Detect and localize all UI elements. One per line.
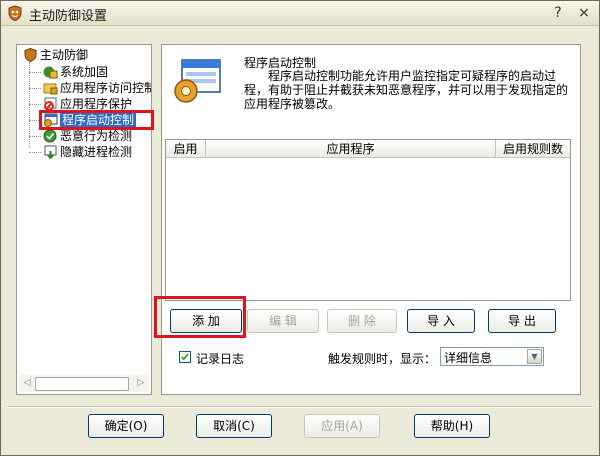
tree-branch bbox=[29, 152, 41, 153]
display-mode-value: 详细信息 bbox=[444, 351, 493, 365]
category-tree[interactable]: 主动防御 系统加固 应用程序访问控制 应用程序保护 程序启动控制 恶意行为检测 … bbox=[16, 44, 152, 395]
rules-table[interactable]: 启用 应用程序 启用规则数 bbox=[165, 139, 571, 301]
app-shield-icon bbox=[8, 5, 22, 21]
scroll-left-icon[interactable]: ◁ bbox=[20, 377, 34, 390]
tree-horizontal-scrollbar[interactable]: ◁ ▷ bbox=[19, 375, 149, 392]
import-button[interactable]: 导 入 bbox=[407, 309, 475, 333]
folder-lock-icon bbox=[43, 83, 58, 95]
add-button[interactable]: 添 加 bbox=[170, 309, 242, 333]
column-header-application[interactable]: 应用程序 bbox=[206, 140, 496, 158]
log-checkbox-label[interactable]: 记录日志 bbox=[196, 350, 244, 367]
globe-check-icon bbox=[43, 129, 57, 143]
edit-button[interactable]: 编 辑 bbox=[247, 309, 319, 333]
tree-branch bbox=[29, 104, 41, 105]
help-title-button[interactable]: ? bbox=[549, 4, 567, 22]
tree-item-label: 应用程序访问控制 bbox=[60, 81, 152, 95]
no-entry-window-icon bbox=[44, 97, 57, 111]
footer-separator bbox=[7, 406, 593, 408]
tree-item-label: 隐藏进程检测 bbox=[60, 145, 133, 159]
tree-item-label: 系统加固 bbox=[60, 65, 109, 79]
tree-item-label: 应用程序保护 bbox=[60, 97, 133, 111]
ok-button[interactable]: 确定(O) bbox=[88, 414, 164, 438]
cancel-button[interactable]: 取消(C) bbox=[196, 414, 272, 438]
tree-root-active-defense[interactable]: 主动防御 bbox=[23, 47, 88, 63]
tree-item-system-hardening[interactable]: 系统加固 bbox=[43, 64, 108, 80]
shield-lock-icon bbox=[43, 66, 58, 79]
delete-button[interactable]: 删 除 bbox=[327, 309, 397, 333]
tree-item-program-start-control[interactable]: 程序启动控制 bbox=[43, 112, 137, 128]
title-bar: 主动防御设置 ? × bbox=[1, 1, 599, 26]
tree-item-hidden-process-detection[interactable]: 隐藏进程检测 bbox=[43, 144, 132, 160]
scroll-right-icon[interactable]: ▷ bbox=[134, 377, 148, 390]
tree-branch bbox=[29, 120, 41, 121]
column-header-enabled[interactable]: 启用 bbox=[166, 140, 206, 158]
window-start-icon bbox=[44, 113, 58, 127]
display-mode-select[interactable]: 详细信息 ▼ bbox=[440, 347, 544, 366]
log-checkbox[interactable] bbox=[179, 351, 191, 363]
help-button[interactable]: 帮助(H) bbox=[414, 414, 490, 438]
close-button[interactable]: × bbox=[575, 4, 593, 22]
display-mode-label: 触发规则时，显示： bbox=[328, 352, 437, 366]
window-title: 主动防御设置 bbox=[29, 9, 108, 24]
program-window-gear-icon bbox=[174, 59, 221, 103]
apply-button[interactable]: 应用(A) bbox=[304, 414, 380, 438]
tree-item-label: 程序启动控制 bbox=[60, 113, 137, 127]
chevron-down-icon[interactable]: ▼ bbox=[527, 349, 542, 364]
settings-window: 主动防御设置 ? × 主动防御 系统加固 应用程序访问控制 应用程序保护 程序启… bbox=[0, 0, 600, 456]
feature-description: 程序启动控制功能允许用户监控指定可疑程序的启动过程，有助于阻止并截获未知恶意程序… bbox=[244, 69, 569, 111]
tree-branch bbox=[29, 88, 41, 89]
tree-item-label: 恶意行为检测 bbox=[60, 129, 133, 143]
tree-branch bbox=[29, 72, 41, 73]
tree-item-app-protection[interactable]: 应用程序保护 bbox=[43, 96, 132, 112]
tree-item-app-access-control[interactable]: 应用程序访问控制 bbox=[43, 80, 152, 96]
column-header-rule-count[interactable]: 启用规则数 bbox=[496, 140, 570, 158]
tree-item-label: 主动防御 bbox=[40, 48, 89, 62]
shield-icon bbox=[24, 48, 37, 62]
export-button[interactable]: 导 出 bbox=[488, 309, 556, 333]
tree-item-malicious-behavior-detection[interactable]: 恶意行为检测 bbox=[43, 128, 132, 144]
window-down-arrow-icon bbox=[44, 145, 57, 159]
scrollbar-thumb[interactable] bbox=[35, 377, 129, 391]
checkmark-icon bbox=[181, 353, 189, 361]
tree-branch bbox=[29, 136, 41, 137]
detail-panel: 程序启动控制 程序启动控制功能允许用户监控指定可疑程序的启动过程，有助于阻止并截… bbox=[161, 44, 581, 395]
